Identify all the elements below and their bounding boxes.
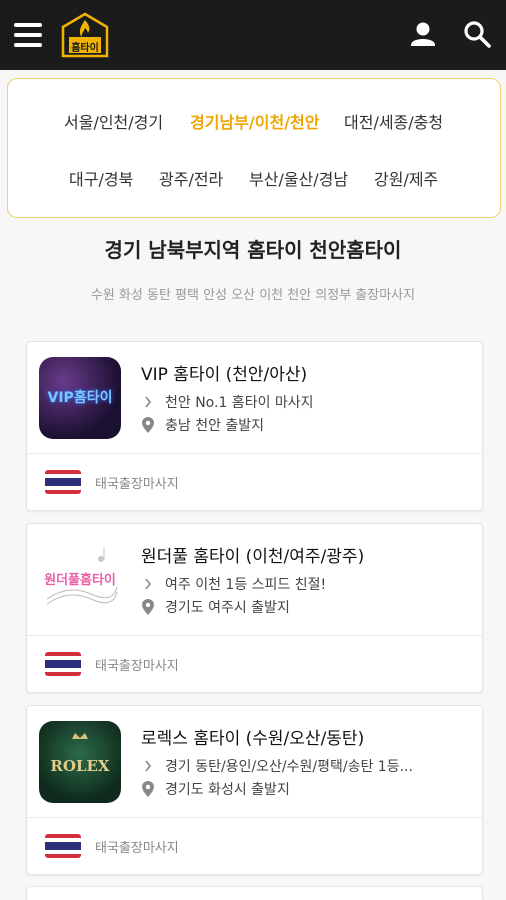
listing-location-row: 경기도 여주시 출발지 — [141, 597, 290, 617]
listing-thumbnail: VIP홈타이 — [39, 357, 121, 439]
search-icon[interactable] — [460, 17, 494, 51]
listing-desc: 여주 이천 1등 스피드 친절! — [165, 577, 327, 593]
listing-location-row: 충남 천안 출발지 — [141, 415, 264, 435]
listing-name: 로렉스 홈타이 (수원/오산/동탄) — [141, 729, 365, 749]
listing-desc: 경기 동탄/용인/오산/수원/평택/송탄 1등... — [165, 759, 413, 775]
chevron-right-icon — [141, 578, 155, 590]
region-gyeonggi-south[interactable]: 경기남부/이천/천안 — [190, 109, 319, 133]
location-pin-icon — [141, 781, 155, 797]
app-logo[interactable]: 홈타이 — [60, 11, 110, 59]
chevron-right-icon — [141, 396, 155, 408]
listing-tag: 태국출장마사지 — [95, 841, 179, 856]
thumbnail-text: 원더풀홈타이 — [44, 573, 116, 588]
chevron-right-icon — [141, 760, 155, 772]
listing-card[interactable]: 원더풀홈타이 원더풀 홈타이 (이천/여주/광주) 여주 이천 1등 스피드 친… — [26, 523, 483, 693]
user-icon[interactable] — [406, 17, 440, 51]
listing-desc-row: 여주 이천 1등 스피드 친절! — [141, 574, 326, 594]
region-daejeon-sejong-chungcheong[interactable]: 대전/세종/충청 — [344, 109, 443, 133]
thailand-flag-icon — [45, 470, 81, 494]
region-seoul-incheon-gyeonggi[interactable]: 서울/인천/경기 — [64, 109, 163, 133]
location-pin-icon — [141, 417, 155, 433]
hamburger-menu-icon[interactable] — [14, 20, 46, 50]
listing-thumbnail: 원더풀홈타이 — [39, 539, 121, 621]
thailand-flag-icon — [45, 834, 81, 858]
listing-tag: 태국출장마사지 — [95, 659, 179, 674]
listing-tag: 태국출장마사지 — [95, 477, 179, 492]
listing-card[interactable] — [26, 886, 483, 900]
region-filter: 서울/인천/경기 경기남부/이천/천안 대전/세종/충청 대구/경북 광주/전라… — [7, 78, 501, 218]
listing-location: 충남 천안 출발지 — [165, 418, 265, 434]
listing-card[interactable]: VIP홈타이 VIP 홈타이 (천안/아산) 천안 No.1 홈타이 마사지 충… — [26, 341, 483, 511]
listing-desc-row: 경기 동탄/용인/오산/수원/평택/송탄 1등... — [141, 756, 413, 776]
listing-thumbnail: ROLEX — [39, 721, 121, 803]
listing-location-row: 경기도 화성시 출발지 — [141, 779, 290, 799]
section-title: 경기 남북부지역 홈타이 천안홈타이 — [104, 238, 402, 262]
region-gwangju-jeolla[interactable]: 광주/전라 — [159, 166, 223, 190]
listing-location: 경기도 여주시 출발지 — [165, 600, 290, 616]
app-bar: 홈타이 — [0, 0, 506, 70]
location-pin-icon — [141, 599, 155, 615]
thumbnail-text: VIP홈타이 — [47, 390, 113, 406]
listing-location: 경기도 화성시 출발지 — [165, 782, 290, 798]
listing-desc-row: 천안 No.1 홈타이 마사지 — [141, 392, 314, 412]
listing-desc: 천안 No.1 홈타이 마사지 — [165, 395, 314, 411]
logo-text: 홈타이 — [71, 43, 99, 54]
thailand-flag-icon — [45, 652, 81, 676]
listing-name: 원더풀 홈타이 (이천/여주/광주) — [141, 547, 365, 567]
region-busan-ulsan-gyeongnam[interactable]: 부산/울산/경남 — [249, 166, 348, 190]
thumbnail-text: ROLEX — [50, 757, 110, 775]
listing-name: VIP 홈타이 (천안/아산) — [141, 365, 308, 385]
region-gangwon-jeju[interactable]: 강원/제주 — [374, 166, 438, 190]
region-daegu-gyeongbuk[interactable]: 대구/경북 — [69, 166, 133, 190]
listing-card[interactable]: ROLEX 로렉스 홈타이 (수원/오산/동탄) 경기 동탄/용인/오산/수원/… — [26, 705, 483, 875]
section-subtitle: 수원 화성 동탄 평택 안성 오산 이천 천안 의정부 출장마사지 — [90, 288, 416, 303]
